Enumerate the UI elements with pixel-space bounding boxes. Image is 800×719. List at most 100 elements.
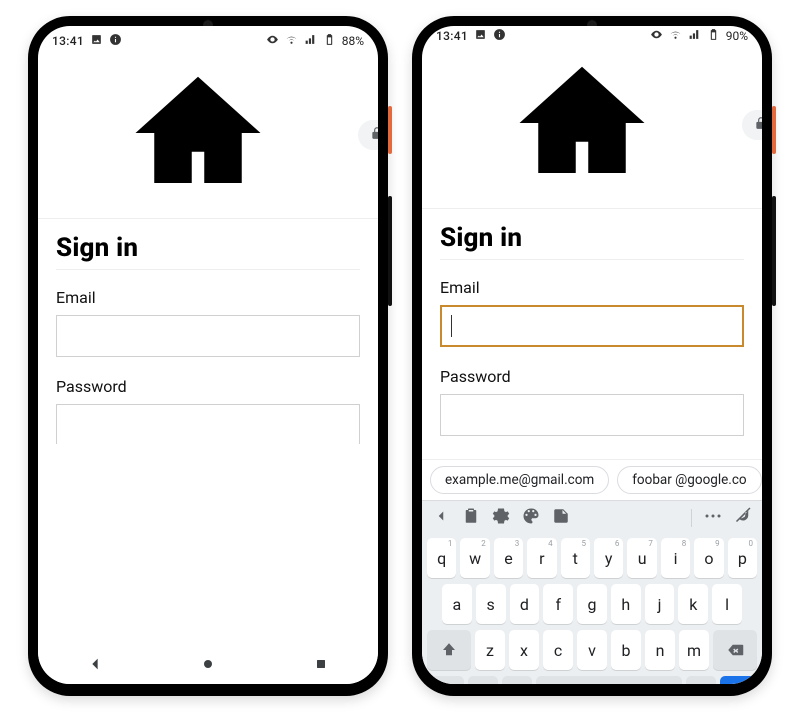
key-t[interactable]: 5 t xyxy=(561,538,590,578)
home-icon[interactable] xyxy=(48,58,348,212)
key-n[interactable]: n xyxy=(645,630,675,670)
key-sup: 0 xyxy=(749,539,754,548)
key-label: w xyxy=(469,549,481,568)
power-button[interactable] xyxy=(772,106,776,154)
key-label: c xyxy=(554,641,562,660)
key-j[interactable]: j xyxy=(645,584,675,624)
key-a[interactable]: a xyxy=(442,584,472,624)
key-label: o xyxy=(704,549,713,568)
key-u[interactable]: 7 u xyxy=(627,538,656,578)
key-label: a xyxy=(453,595,462,614)
phone-1: 13:41 90% signin-form.glitch.me xyxy=(412,16,772,696)
key-label: l xyxy=(725,595,729,614)
email-field[interactable] xyxy=(440,305,744,347)
wifi-icon xyxy=(285,33,298,49)
key-s[interactable]: s xyxy=(476,584,506,624)
web-page: Sign in Email Password Sign in example.m… xyxy=(422,209,762,500)
browser-toolbar: signin-form.glitch.me ⧉ xyxy=(38,54,378,219)
battery-text: 90% xyxy=(726,29,748,43)
pic-icon xyxy=(90,33,103,49)
key-label: k xyxy=(689,595,697,614)
key-enter[interactable] xyxy=(720,676,757,684)
key-c[interactable]: c xyxy=(543,630,573,670)
key-i[interactable]: 8 i xyxy=(661,538,690,578)
key-w[interactable]: 2 w xyxy=(460,538,489,578)
key-sup: 1 xyxy=(448,539,453,548)
wifi-icon xyxy=(669,28,682,44)
key-y[interactable]: 6 y xyxy=(594,538,623,578)
clock: 13:41 xyxy=(52,34,84,48)
key-sup: 6 xyxy=(615,539,620,548)
key-r[interactable]: 4 r xyxy=(527,538,556,578)
autofill-chip[interactable]: foobar @google.co xyxy=(617,466,761,494)
key-f[interactable]: f xyxy=(543,584,573,624)
key-p[interactable]: 0 p xyxy=(728,538,757,578)
key-label: r xyxy=(539,549,544,568)
key-label: x xyxy=(520,641,528,660)
key-x[interactable]: x xyxy=(509,630,539,670)
password-label: Password xyxy=(440,367,744,386)
key-b[interactable]: b xyxy=(611,630,641,670)
key-sup: 2 xyxy=(481,539,486,548)
key-label: t xyxy=(573,549,578,568)
mic-off-icon[interactable] xyxy=(734,507,752,529)
sticker-icon[interactable] xyxy=(552,507,570,529)
key-g[interactable]: g xyxy=(577,584,607,624)
key-q[interactable]: 1 q xyxy=(427,538,456,578)
eye-icon xyxy=(266,33,279,49)
key-l[interactable]: l xyxy=(712,584,742,624)
key-shift[interactable] xyxy=(427,630,471,670)
palette-icon[interactable] xyxy=(522,507,540,529)
password-field[interactable] xyxy=(440,394,744,436)
key-space[interactable] xyxy=(536,676,683,684)
autofill-suggestion-bar: example.me@gmail.com foobar @google.co xyxy=(422,459,762,500)
key-sup: 5 xyxy=(582,539,587,548)
signal-icon xyxy=(688,28,701,44)
web-page: Sign in Email Password Sign in xyxy=(38,219,378,444)
divider xyxy=(56,269,360,270)
key-label: p xyxy=(738,549,747,568)
key-label: y xyxy=(605,549,613,568)
key-label: s xyxy=(487,595,495,614)
nav-recents-icon[interactable] xyxy=(313,656,329,676)
gear-icon[interactable] xyxy=(492,507,510,529)
lock-icon xyxy=(754,116,762,134)
autofill-chip[interactable]: example.me@gmail.com xyxy=(430,466,609,494)
key-dot[interactable]: . xyxy=(686,676,716,684)
key-at[interactable]: @ xyxy=(468,676,498,684)
url-bar[interactable]: signin-form.glitch.me xyxy=(358,120,378,150)
key-e[interactable]: 3 e xyxy=(494,538,523,578)
battery-icon xyxy=(323,33,336,49)
key-label: d xyxy=(520,595,529,614)
nav-home-icon[interactable] xyxy=(200,656,216,676)
key-symbols[interactable]: ?123 xyxy=(427,676,464,684)
android-nav-bar xyxy=(38,648,378,684)
key-v[interactable]: v xyxy=(577,630,607,670)
home-icon[interactable] xyxy=(432,48,732,202)
key-backspace[interactable] xyxy=(713,630,757,670)
url-bar[interactable]: signin-form.glitch.me xyxy=(742,110,762,140)
key-label: z xyxy=(486,641,494,660)
key-k[interactable]: k xyxy=(678,584,708,624)
clipboard-icon[interactable] xyxy=(462,507,480,529)
nav-back-icon[interactable] xyxy=(87,656,103,676)
password-field[interactable] xyxy=(56,404,360,444)
key-z[interactable]: z xyxy=(475,630,505,670)
key-label: m xyxy=(687,641,701,660)
page-title: Sign in xyxy=(56,233,360,263)
key-o[interactable]: 9 o xyxy=(694,538,723,578)
key-m[interactable]: m xyxy=(679,630,709,670)
key-sup: 3 xyxy=(515,539,520,548)
email-field[interactable] xyxy=(56,315,360,357)
power-button[interactable] xyxy=(388,106,392,154)
signal-icon xyxy=(304,33,317,49)
volume-button[interactable] xyxy=(388,196,392,306)
key-emoji[interactable] xyxy=(502,676,532,684)
key-d[interactable]: d xyxy=(510,584,540,624)
key-label: b xyxy=(622,641,631,660)
more-icon[interactable] xyxy=(704,507,722,529)
chevron-left-icon[interactable] xyxy=(432,507,450,529)
volume-button[interactable] xyxy=(772,196,776,306)
key-h[interactable]: h xyxy=(611,584,641,624)
divider xyxy=(691,509,692,527)
